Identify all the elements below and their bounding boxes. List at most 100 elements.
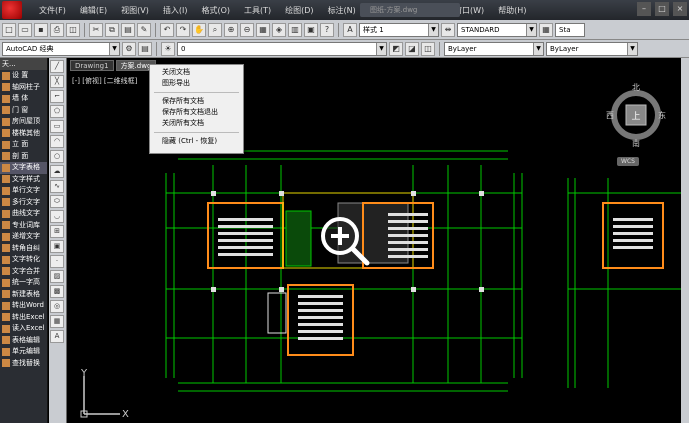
layer-select[interactable]: 0 ▼ bbox=[177, 41, 387, 56]
document-tab[interactable]: Drawing1 bbox=[70, 60, 114, 71]
viewport-label[interactable]: [-] [俯视] [二维线框] bbox=[72, 76, 137, 86]
preview-icon[interactable]: ◫ bbox=[66, 22, 80, 37]
rectangle-tool-icon[interactable]: ▭ bbox=[50, 120, 64, 133]
panel-menu-item[interactable]: 单元编辑 bbox=[0, 346, 47, 358]
panel-menu-item[interactable]: 立 面 bbox=[0, 139, 47, 151]
layer-isolate-icon[interactable]: ◫ bbox=[421, 41, 435, 56]
zoom-previous-icon[interactable]: ⊖ bbox=[240, 22, 254, 37]
panel-menu-item[interactable]: 单行文字 bbox=[0, 185, 47, 197]
cut-icon[interactable]: ✂ bbox=[89, 22, 103, 37]
context-menu-item[interactable]: 图形导出 bbox=[150, 78, 243, 89]
region-tool-icon[interactable]: ◎ bbox=[50, 300, 64, 313]
zoom-icon[interactable]: ⌕ bbox=[208, 22, 222, 37]
save-icon[interactable]: ▪ bbox=[34, 22, 48, 37]
color-select[interactable]: ByLayer ▼ bbox=[444, 41, 544, 56]
compass-north[interactable]: 北 bbox=[632, 83, 640, 92]
make-current-layer-icon[interactable]: ◩ bbox=[389, 41, 403, 56]
compass-south[interactable]: 南 bbox=[632, 138, 640, 148]
panel-menu-item[interactable]: 设 置 bbox=[0, 70, 47, 82]
panel-menu-item[interactable]: 统一字高 bbox=[0, 277, 47, 289]
design-center-icon[interactable]: ◈ bbox=[272, 22, 286, 37]
new-file-icon[interactable]: □ bbox=[2, 22, 16, 37]
context-menu-item[interactable]: 隐藏 (Ctrl - 恢复) bbox=[150, 136, 243, 147]
compass-west[interactable]: 西 bbox=[606, 111, 614, 120]
menu-item[interactable]: 插入(I) bbox=[156, 5, 195, 16]
panel-menu-item[interactable]: 新建表格 bbox=[0, 289, 47, 301]
hatch-tool-icon[interactable]: ▨ bbox=[50, 270, 64, 283]
menu-item[interactable]: 绘图(D) bbox=[278, 5, 320, 16]
zoom-magnifier-icon[interactable] bbox=[316, 212, 372, 268]
menu-item[interactable]: 工具(T) bbox=[237, 5, 278, 16]
copy-icon[interactable]: ⧉ bbox=[105, 22, 119, 37]
make-block-icon[interactable]: ▣ bbox=[50, 240, 64, 253]
dim-style-icon[interactable]: ⇹ bbox=[441, 22, 455, 37]
workspace-select[interactable]: AutoCAD 经典 ▼ bbox=[2, 41, 120, 56]
workspace-settings-icon[interactable]: ⚙ bbox=[122, 41, 136, 56]
panel-menu-item[interactable]: 查找替换 bbox=[0, 358, 47, 370]
context-menu-item[interactable]: 关闭所有文档 bbox=[150, 118, 243, 129]
layer-previous-icon[interactable]: ◪ bbox=[405, 41, 419, 56]
close-button[interactable]: × bbox=[673, 2, 687, 16]
menu-item[interactable]: 标注(N) bbox=[321, 5, 363, 16]
undo-icon[interactable]: ↶ bbox=[160, 22, 174, 37]
panel-menu-item[interactable]: 文字合并 bbox=[0, 266, 47, 278]
context-menu-item[interactable]: 关闭文档 bbox=[150, 67, 243, 78]
properties-icon[interactable]: ▦ bbox=[256, 22, 270, 37]
arc-tool-icon[interactable]: ◠ bbox=[50, 135, 64, 148]
wcs-menu[interactable]: WCS bbox=[617, 157, 639, 166]
panel-menu-item[interactable]: 曲线文字 bbox=[0, 208, 47, 220]
gradient-tool-icon[interactable]: ▩ bbox=[50, 285, 64, 298]
open-file-icon[interactable]: ▭ bbox=[18, 22, 32, 37]
ellipse-arc-icon[interactable]: ◡ bbox=[50, 210, 64, 223]
panel-menu-item[interactable]: 楼梯其他 bbox=[0, 128, 47, 140]
panel-menu-item[interactable]: 文字表格 bbox=[0, 162, 47, 174]
viewcube-compass[interactable]: 上 北 南 东 西 bbox=[606, 78, 666, 148]
layer-state-icon[interactable]: ☀ bbox=[161, 41, 175, 56]
ellipse-tool-icon[interactable]: ⬭ bbox=[50, 195, 64, 208]
panel-menu-item[interactable]: 专业词库 bbox=[0, 220, 47, 232]
text-style-select[interactable]: 样式 1 ▼ bbox=[359, 22, 439, 37]
table-style-icon[interactable]: ▦ bbox=[539, 22, 553, 37]
panel-menu-item[interactable]: 转出Word bbox=[0, 300, 47, 312]
pan-icon[interactable]: ✋ bbox=[192, 22, 206, 37]
panel-menu-item[interactable]: 转出Excel bbox=[0, 312, 47, 324]
menu-item[interactable]: 格式(O) bbox=[194, 5, 237, 16]
mtext-tool-icon[interactable]: A bbox=[50, 330, 64, 343]
panel-menu-item[interactable]: 文字样式 bbox=[0, 174, 47, 186]
app-menu-button[interactable] bbox=[2, 1, 22, 19]
revision-cloud-icon[interactable]: ☁ bbox=[50, 165, 64, 178]
table-style-select[interactable]: Sta bbox=[555, 22, 585, 37]
dim-style-select[interactable]: STANDARD ▼ bbox=[457, 22, 537, 37]
panel-menu-item[interactable]: 递增文字 bbox=[0, 231, 47, 243]
match-properties-icon[interactable]: ✎ bbox=[137, 22, 151, 37]
circle-tool-icon[interactable]: ○ bbox=[50, 150, 64, 163]
panel-menu-item[interactable]: 门 窗 bbox=[0, 105, 47, 117]
print-icon[interactable]: ⎙ bbox=[50, 22, 64, 37]
context-menu-item[interactable]: 保存所有文档 bbox=[150, 96, 243, 107]
menu-item[interactable]: 文件(F) bbox=[32, 5, 73, 16]
panel-menu-item[interactable]: 转角自纠 bbox=[0, 243, 47, 255]
compass-east[interactable]: 东 bbox=[658, 110, 666, 120]
polygon-tool-icon[interactable]: ⬠ bbox=[50, 105, 64, 118]
panel-menu-item[interactable]: 墙 体 bbox=[0, 93, 47, 105]
tool-palette-icon[interactable]: ▥ bbox=[288, 22, 302, 37]
minimize-button[interactable]: – bbox=[637, 2, 651, 16]
menu-item[interactable]: 编辑(E) bbox=[73, 5, 114, 16]
panel-menu-item[interactable]: 轴网柱子 bbox=[0, 82, 47, 94]
line-tool-icon[interactable]: ╱ bbox=[50, 60, 64, 73]
compass-top[interactable]: 上 bbox=[631, 111, 640, 122]
spline-tool-icon[interactable]: ∿ bbox=[50, 180, 64, 193]
table-tool-icon[interactable]: ▦ bbox=[50, 315, 64, 328]
panel-menu-item[interactable]: 表格编辑 bbox=[0, 335, 47, 347]
panel-menu-item[interactable]: 多行文字 bbox=[0, 197, 47, 209]
text-style-icon[interactable]: A bbox=[343, 22, 357, 37]
construction-line-icon[interactable]: ╳ bbox=[50, 75, 64, 88]
layer-manager-icon[interactable]: ▤ bbox=[138, 41, 152, 56]
menu-item[interactable]: 帮助(H) bbox=[491, 5, 533, 16]
linetype-select[interactable]: ByLayer ▼ bbox=[546, 41, 638, 56]
panel-menu-item[interactable]: 剖 面 bbox=[0, 151, 47, 163]
calculator-icon[interactable]: ▣ bbox=[304, 22, 318, 37]
zoom-window-icon[interactable]: ⊕ bbox=[224, 22, 238, 37]
redo-icon[interactable]: ↷ bbox=[176, 22, 190, 37]
panel-menu-item[interactable]: 文字转化 bbox=[0, 254, 47, 266]
